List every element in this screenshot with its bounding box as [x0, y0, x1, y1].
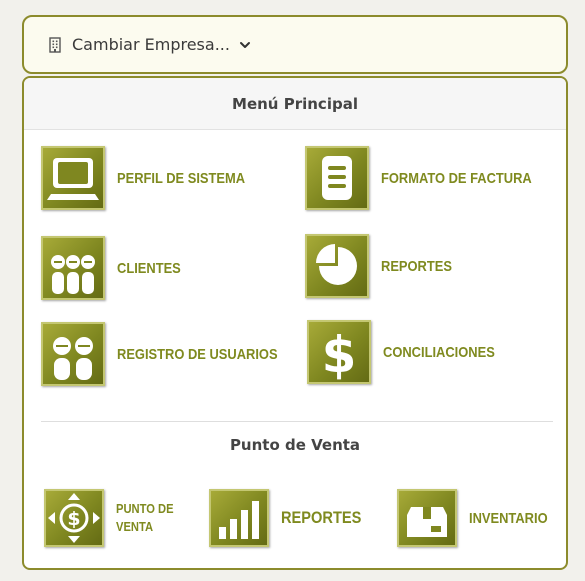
users-icon [41, 322, 105, 386]
svg-text:$: $ [322, 326, 357, 380]
menu-item-label: INVENTARIO [469, 509, 548, 527]
main-menu-title: Menú Principal [24, 78, 566, 130]
menu-item-label: REPORTES [381, 257, 452, 275]
menu-item-perfil-sistema[interactable]: PERFIL DE SISTEMA [41, 146, 266, 210]
menu-item-label: PERFIL DE SISTEMA [117, 169, 246, 187]
bar-chart-icon [209, 489, 269, 547]
menu-item-formato-factura[interactable]: FORMATO DE FACTURA [305, 146, 556, 210]
menu-item-registro-usuarios[interactable]: REGISTRO DE USUARIOS [41, 322, 304, 386]
pie-chart-icon [305, 234, 369, 298]
menu-item-label: CONCILIACIONES [383, 343, 495, 361]
dollar-arrows-icon: $ [44, 489, 104, 547]
menu-item-label: REPORTES [281, 508, 362, 527]
dollar-icon: $ [307, 320, 371, 384]
menu-item-label: REGISTRO DE USUARIOS [117, 345, 278, 363]
menu-panel: Menú Principal PERFIL DE SISTEMA FORMATO… [22, 76, 568, 570]
computer-icon [41, 146, 105, 210]
menu-item-clientes[interactable]: CLIENTES [41, 236, 191, 300]
pos-menu-title: Punto de Venta [229, 436, 361, 454]
menu-item-label: PUNTO DE VENTA [116, 501, 174, 534]
menu-item-reportes[interactable]: REPORTES [305, 234, 464, 298]
clients-icon [41, 236, 105, 300]
company-switcher-label: Cambiar Empresa... [72, 35, 230, 54]
svg-text:$: $ [67, 508, 80, 530]
box-icon [397, 489, 457, 547]
menu-item-label: CLIENTES [117, 259, 181, 277]
document-icon [305, 146, 369, 210]
company-switcher[interactable]: Cambiar Empresa... [22, 15, 568, 74]
menu-item-punto-venta[interactable]: $ PUNTO DE VENTA [44, 489, 196, 547]
building-icon [49, 36, 61, 53]
menu-item-inventario[interactable]: INVENTARIO [397, 489, 560, 547]
menu-item-label: FORMATO DE FACTURA [381, 169, 532, 187]
menu-item-conciliaciones[interactable]: $ CONCILIACIONES [307, 320, 513, 384]
section-divider [41, 421, 553, 422]
menu-item-pos-reportes[interactable]: REPORTES [209, 489, 375, 547]
chevron-down-icon [239, 41, 250, 48]
